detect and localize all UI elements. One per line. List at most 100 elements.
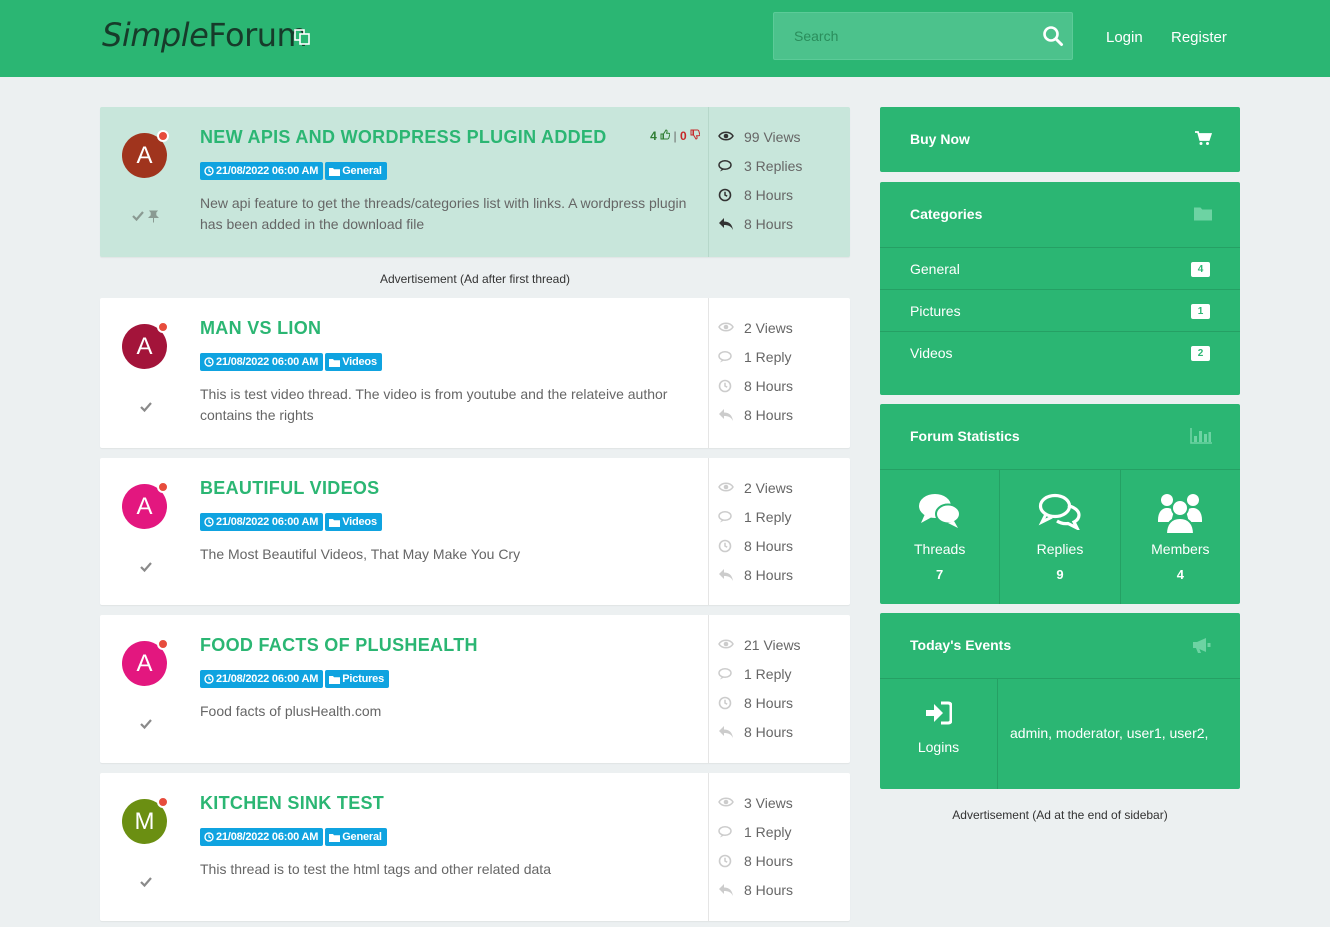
thread-description: New api feature to get the threads/categ…	[200, 195, 687, 232]
eye-icon	[718, 131, 734, 141]
category-count-badge: 2	[1191, 346, 1210, 361]
thread-stats: 21 Views 1 Reply 8 Hours 8 Hours	[718, 635, 843, 751]
clock-icon	[718, 696, 732, 710]
thread-card[interactable]: A BEAUTIFUL VIDEOS 21/08/2022 06:00 AM Vi…	[100, 458, 850, 605]
thread-description: Food facts of plusHealth.com	[200, 703, 382, 719]
reply-icon	[719, 726, 733, 738]
replies-stat: 1 Reply	[718, 822, 843, 851]
views-stat: 21 Views	[718, 635, 843, 664]
online-status-dot	[157, 481, 169, 493]
date-badge: 21/08/2022 06:00 AM	[200, 162, 324, 180]
thread-badges: 21/08/2022 06:00 AM Videos	[200, 512, 384, 531]
thread-description: The Most Beautiful Videos, That May Make…	[200, 546, 521, 562]
thread-card[interactable]: M KITCHEN SINK TEST 21/08/2022 06:00 AM G…	[100, 773, 850, 921]
reply-icon	[719, 569, 733, 581]
category-item-general[interactable]: General 4	[880, 247, 1240, 289]
thread-card[interactable]: A NEW APIS AND WORDPRESS PLUGIN ADDED 4 …	[100, 107, 850, 257]
logo-text-forum: Forum	[208, 16, 308, 54]
buy-now-button[interactable]: Buy Now	[880, 107, 1240, 172]
online-status-dot	[157, 321, 169, 333]
thread-title[interactable]: BEAUTIFUL VIDEOS	[200, 478, 379, 499]
events-row: Logins admin, moderator, user1, user2,	[880, 678, 1240, 789]
reply-icon	[719, 884, 733, 896]
card-divider	[708, 773, 709, 921]
search-input[interactable]	[774, 13, 1034, 59]
last-reply-stat: 8 Hours	[718, 722, 843, 751]
card-divider	[708, 615, 709, 763]
thread-badges: 21/08/2022 06:00 AM General	[200, 161, 389, 180]
clock-icon	[718, 188, 732, 202]
created-stat: 8 Hours	[718, 536, 843, 565]
category-badge[interactable]: Pictures	[325, 670, 390, 688]
copy-icon[interactable]	[294, 29, 310, 45]
date-badge: 21/08/2022 06:00 AM	[200, 670, 324, 688]
comments-icon	[918, 494, 961, 528]
avatar[interactable]: A	[122, 321, 169, 369]
thread-stats: 2 Views 1 Reply 8 Hours 8 Hours	[718, 478, 843, 594]
last-reply-stat: 8 Hours	[718, 214, 843, 243]
folder-icon	[329, 676, 341, 684]
comments-icon	[718, 667, 732, 680]
stat-threads: Threads 7	[880, 470, 1001, 604]
created-stat: 8 Hours	[718, 851, 843, 880]
last-reply-stat: 8 Hours	[718, 565, 843, 594]
downvote-count[interactable]: 0	[680, 129, 701, 143]
category-item-videos[interactable]: Videos 2	[880, 331, 1240, 373]
category-count-badge: 1	[1191, 304, 1210, 319]
avatar[interactable]: M	[122, 796, 169, 844]
ad-end-of-sidebar: Advertisement (Ad at the end of sidebar)	[952, 808, 1168, 822]
bullhorn-icon	[1193, 638, 1211, 653]
reply-icon	[719, 218, 733, 230]
categories-header: Categories	[880, 182, 1240, 247]
category-item-pictures[interactable]: Pictures 1	[880, 289, 1240, 331]
category-badge[interactable]: General	[325, 162, 387, 180]
check-icon	[140, 402, 152, 413]
last-reply-stat: 8 Hours	[718, 405, 843, 434]
eye-icon	[718, 482, 734, 492]
thread-title[interactable]: KITCHEN SINK TEST	[200, 793, 384, 814]
buy-now-panel[interactable]: Buy Now	[880, 107, 1240, 172]
site-logo[interactable]: SimpleForum	[102, 16, 308, 54]
thread-title[interactable]: NEW APIS AND WORDPRESS PLUGIN ADDED	[200, 127, 607, 148]
logo-text-simple: Simple	[102, 16, 209, 54]
vote-counter: 4 | 0	[650, 129, 701, 143]
statistics-grid: Threads 7 Replies 9 Members 4	[880, 469, 1240, 604]
thread-title[interactable]: FOOD FACTS OF PLUSHEALTH	[200, 635, 478, 656]
avatar[interactable]: A	[122, 638, 169, 686]
comments-icon	[718, 350, 732, 363]
clock-icon	[204, 166, 214, 176]
online-status-dot	[157, 796, 169, 808]
online-status-dot	[157, 638, 169, 650]
card-divider	[708, 107, 709, 257]
category-badge[interactable]: Videos	[325, 513, 382, 531]
views-stat: 3 Views	[718, 793, 843, 822]
login-link[interactable]: Login	[1106, 29, 1143, 46]
clock-icon	[718, 854, 732, 868]
register-link[interactable]: Register	[1171, 29, 1227, 46]
category-badge[interactable]: Videos	[325, 353, 382, 371]
ad-after-first-thread: Advertisement (Ad after first thread)	[379, 272, 571, 286]
views-stat: 99 Views	[718, 127, 843, 156]
views-stat: 2 Views	[718, 318, 843, 347]
thread-card[interactable]: A MAN VS LION 21/08/2022 06:00 AM Videos …	[100, 298, 850, 448]
avatar[interactable]: A	[122, 130, 169, 178]
thread-card[interactable]: A FOOD FACTS OF PLUSHEALTH 21/08/2022 06…	[100, 615, 850, 763]
category-count-badge: 4	[1191, 262, 1210, 277]
check-icon	[140, 719, 152, 730]
shopping-cart-icon	[1195, 131, 1212, 145]
created-stat: 8 Hours	[718, 376, 843, 405]
bar-chart-icon	[1190, 428, 1212, 444]
eye-icon	[718, 322, 734, 332]
stat-members: Members 4	[1121, 470, 1240, 604]
upvote-count[interactable]: 4	[650, 129, 671, 143]
category-badge[interactable]: General	[325, 828, 387, 846]
comments-icon	[718, 510, 732, 523]
replies-stat: 1 Reply	[718, 347, 843, 376]
search-icon[interactable]	[1042, 25, 1064, 47]
forum-statistics-header: Forum Statistics	[880, 404, 1240, 469]
folder-icon	[329, 834, 341, 842]
thumbs-down-icon	[690, 129, 701, 140]
thread-title[interactable]: MAN VS LION	[200, 318, 321, 339]
todays-events-header: Today's Events	[880, 613, 1240, 678]
avatar[interactable]: A	[122, 481, 169, 529]
